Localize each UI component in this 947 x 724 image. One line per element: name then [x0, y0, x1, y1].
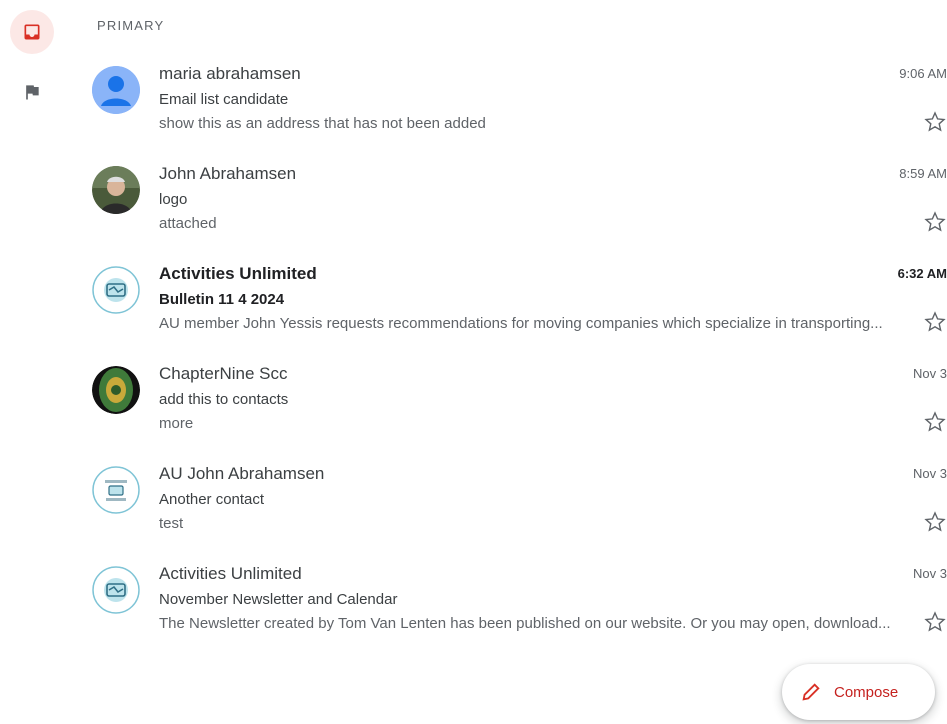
email-subject: add this to contacts [159, 391, 289, 408]
emblem-avatar [92, 366, 140, 414]
email-row[interactable]: AU John Abrahamsen Nov 3 Another contact… [80, 454, 947, 554]
email-subject: Email list candidate [159, 91, 289, 108]
nav-rail [0, 0, 64, 724]
nav-flag-button[interactable] [10, 70, 54, 114]
email-subject: logo [159, 191, 188, 208]
avatar [92, 366, 140, 414]
email-row[interactable]: Activities Unlimited 6:32 AM Bulletin 11… [80, 254, 947, 354]
email-time: 9:06 AM [899, 66, 947, 81]
compose-button[interactable]: Compose [782, 664, 935, 720]
email-sender: ChapterNine Scc [159, 364, 288, 383]
star-icon[interactable] [923, 610, 947, 634]
photo-avatar [92, 166, 140, 214]
email-time: Nov 3 [913, 366, 947, 381]
au-logo-icon [92, 566, 140, 614]
star-icon[interactable] [923, 310, 947, 334]
compose-label: Compose [834, 683, 899, 701]
star-icon[interactable] [923, 110, 947, 134]
star-icon[interactable] [923, 510, 947, 534]
star-icon[interactable] [923, 210, 947, 234]
email-row[interactable]: ChapterNine Scc Nov 3 add this to contac… [80, 354, 947, 454]
email-row[interactable]: maria abrahamsen 9:06 AM Email list cand… [80, 54, 947, 154]
inbox-icon [24, 24, 40, 40]
au-text-logo-icon [92, 466, 140, 514]
email-time: Nov 3 [913, 466, 947, 481]
avatar [92, 566, 140, 614]
flag-icon [26, 85, 39, 100]
person-icon [92, 66, 140, 114]
email-row[interactable]: John Abrahamsen 8:59 AM logo attached [80, 154, 947, 254]
section-label-primary: PRIMARY [97, 18, 165, 33]
email-sender: maria abrahamsen [159, 64, 301, 83]
au-logo-icon [92, 266, 140, 314]
email-time: 6:32 AM [897, 266, 947, 281]
email-time: 8:59 AM [899, 166, 947, 181]
email-snippet: show this as an address that has not bee… [159, 115, 486, 132]
email-subject: Bulletin 11 4 2024 [159, 291, 285, 308]
avatar [92, 266, 140, 314]
email-subject: Another contact [159, 491, 265, 508]
email-sender: John Abrahamsen [159, 164, 297, 183]
email-snippet: more [159, 415, 194, 432]
email-snippet: test [159, 515, 184, 532]
avatar [92, 466, 140, 514]
avatar [92, 166, 140, 214]
email-snippet: attached [159, 215, 217, 232]
star-icon[interactable] [923, 410, 947, 434]
email-sender: Activities Unlimited [159, 564, 302, 583]
email-sender: Activities Unlimited [159, 264, 317, 283]
email-snippet: AU member John Yessis requests recommend… [159, 315, 883, 332]
email-snippet: The Newsletter created by Tom Van Lenten… [159, 615, 891, 632]
email-time: Nov 3 [913, 566, 947, 581]
nav-inbox-button[interactable] [10, 10, 54, 54]
email-subject: November Newsletter and Calendar [159, 591, 398, 608]
avatar [92, 66, 140, 114]
email-row[interactable]: Activities Unlimited Nov 3 November News… [80, 554, 947, 654]
email-sender: AU John Abrahamsen [159, 464, 325, 483]
pencil-icon [802, 683, 820, 701]
